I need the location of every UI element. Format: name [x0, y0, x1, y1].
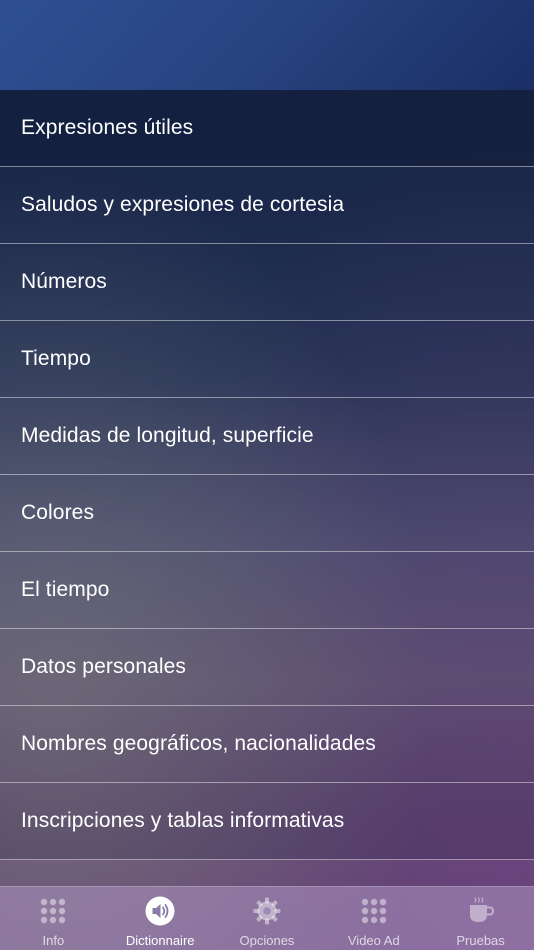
gear-icon	[251, 895, 283, 927]
app-screen: Expresiones útiles Saludos y expresiones…	[0, 0, 534, 950]
tab-bar: Info Dictionnaire Opciones Video Ad Prue…	[0, 886, 534, 950]
tab-pruebas[interactable]: Pruebas	[427, 887, 534, 950]
list-item-label: Expresiones útiles	[21, 116, 194, 139]
list-item-colores[interactable]: Colores	[0, 475, 534, 552]
tab-label: Opciones	[239, 933, 295, 948]
tab-label: Info	[42, 933, 65, 948]
tab-info[interactable]: Info	[0, 887, 107, 950]
list-item-label: Colores	[21, 501, 95, 524]
tab-label: Video Ad	[347, 933, 400, 948]
list-item-label: El tiempo	[21, 578, 110, 601]
list-item-label: Datos personales	[21, 655, 187, 678]
list-item-label: Nombres geográficos, nacionalidades	[21, 732, 376, 755]
tab-opciones[interactable]: Opciones	[214, 887, 321, 950]
grid-icon	[358, 895, 390, 927]
header-bar	[0, 0, 534, 90]
tab-label: Dictionnaire	[125, 933, 195, 948]
list-item-label: Medidas de longitud, superficie	[21, 424, 314, 447]
list-item-label: Inscripciones y tablas informativas	[21, 809, 345, 832]
list-item-expresiones-utiles[interactable]: Expresiones útiles	[0, 90, 534, 167]
list-item-tiempo[interactable]: Tiempo	[0, 321, 534, 398]
list-item-label: Números	[21, 270, 107, 293]
category-list: Expresiones útiles Saludos y expresiones…	[0, 90, 534, 860]
list-item-datos-personales[interactable]: Datos personales	[0, 629, 534, 706]
speaker-icon	[144, 895, 176, 927]
tab-dictionnaire[interactable]: Dictionnaire	[107, 887, 214, 950]
list-item-medidas[interactable]: Medidas de longitud, superficie	[0, 398, 534, 475]
list-item-label: Saludos y expresiones de cortesia	[21, 193, 345, 216]
coffee-cup-icon	[465, 895, 497, 927]
list-item-inscripciones[interactable]: Inscripciones y tablas informativas	[0, 783, 534, 860]
list-item-nombres-geograficos[interactable]: Nombres geográficos, nacionalidades	[0, 706, 534, 783]
list-item-numeros[interactable]: Números	[0, 244, 534, 321]
list-item-el-tiempo[interactable]: El tiempo	[0, 552, 534, 629]
tab-label: Pruebas	[456, 933, 505, 948]
grid-icon	[37, 895, 69, 927]
list-item-label: Tiempo	[21, 347, 91, 370]
tab-video-ad[interactable]: Video Ad	[320, 887, 427, 950]
list-item-saludos[interactable]: Saludos y expresiones de cortesia	[0, 167, 534, 244]
